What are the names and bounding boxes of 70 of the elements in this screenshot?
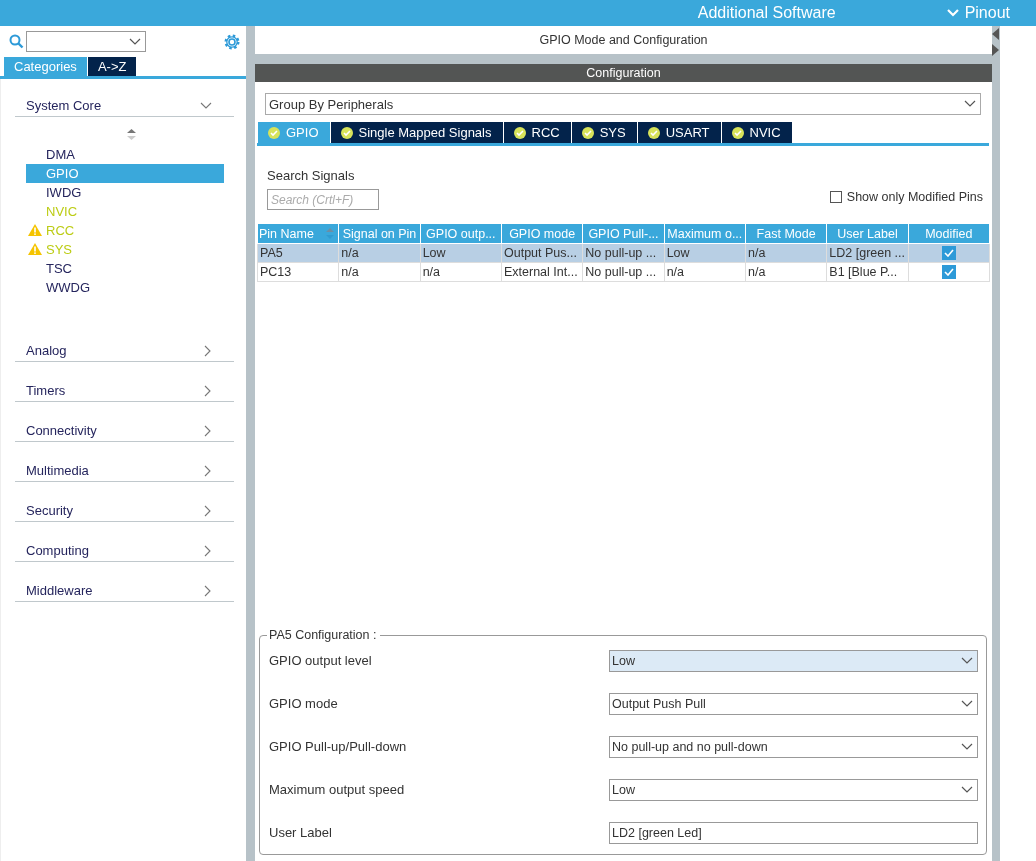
peripheral-tab[interactable]: USART [637,122,721,143]
peripheral-tab[interactable]: RCC [503,122,571,143]
table-cell: n/a [664,262,746,282]
peripheral-tab[interactable]: Single Mapped Signals [330,122,503,143]
table-cell: PC13 [257,262,339,282]
panel-title: GPIO Mode and Configuration [255,26,992,54]
search-field[interactable]: Search (Crtl+F) [267,189,379,210]
chevron-right-icon [204,344,212,357]
peripheral-item[interactable]: IWDG [26,183,224,202]
search-icon[interactable] [9,34,24,49]
select-field[interactable]: No pull-up and no pull-down [609,735,978,758]
chevron-down-icon [961,656,973,665]
sidebar-tab[interactable]: A->Z [87,57,137,76]
chevron-down-icon [129,37,141,46]
sort-icon[interactable] [127,129,136,140]
category-header[interactable]: Analog [15,337,234,362]
field-label: GPIO Pull-up/Pull-down [269,739,407,754]
table-cell: B1 [Blue P... [826,262,909,282]
select-field[interactable]: Low [609,778,978,801]
category-header[interactable]: System Core [15,92,234,117]
show-modified-checkbox[interactable]: Show only Modified Pins [829,190,983,204]
check-circle-icon [581,126,594,139]
section-header: Configuration [255,64,992,82]
group-by-dropdown[interactable]: Group By Peripherals [265,93,981,115]
category-header[interactable]: Multimedia [15,457,234,482]
chevron-right-icon [204,424,212,437]
table-cell: n/a [745,262,827,282]
peripheral-tab[interactable]: NVIC [721,122,792,143]
chevron-right-icon [204,504,212,517]
field-label: Maximum output speed [269,782,405,797]
chevron-down-icon [961,785,973,794]
peripheral-tab[interactable]: SYS [571,122,637,143]
chevron-down-icon [961,699,973,708]
table-cell: No pull-up ... [582,262,665,282]
field-label: GPIO output level [269,653,372,668]
category-header[interactable]: Security [15,497,234,522]
field-label: User Label [269,825,332,840]
chevron-down-icon [945,8,960,18]
category-header[interactable]: Computing [15,537,234,562]
chevron-right-icon [204,384,212,397]
select-field[interactable]: Output Push Pull [609,692,978,715]
peripheral-item[interactable]: WWDG [26,278,224,297]
chevron-right-icon [204,544,212,557]
check-circle-icon [647,126,660,139]
category-header[interactable]: Connectivity [15,417,234,442]
search-label: Search Signals [267,168,356,183]
category-header[interactable]: Middleware [15,577,234,602]
check-circle-icon [340,126,353,139]
modified-checkbox[interactable] [941,246,956,261]
peripheral-item[interactable]: TSC [26,259,224,278]
chevron-down-icon [961,742,973,751]
peripheral-item[interactable]: DMA [26,145,224,164]
modified-checkbox[interactable] [941,265,956,280]
search-combo[interactable] [26,31,146,52]
table-cell: n/a [420,262,502,282]
chevron-right-icon [204,464,212,477]
group-title: PA5 Configuration : [268,628,378,642]
check-circle-icon [513,126,526,139]
category-header[interactable]: Timers [15,377,234,402]
chevron-down-icon [964,100,976,108]
table-cell: External Int... [501,262,583,282]
check-circle-icon [731,126,744,139]
table-cell: n/a [338,262,421,282]
text-field[interactable]: LD2 [green Led] [609,821,978,844]
check-circle-icon [268,126,280,139]
select-field[interactable]: Low [609,649,978,672]
field-label: GPIO mode [269,696,338,711]
chevron-right-icon [204,584,212,597]
settings-icon[interactable] [223,32,241,51]
chevron-down-icon [200,101,212,110]
